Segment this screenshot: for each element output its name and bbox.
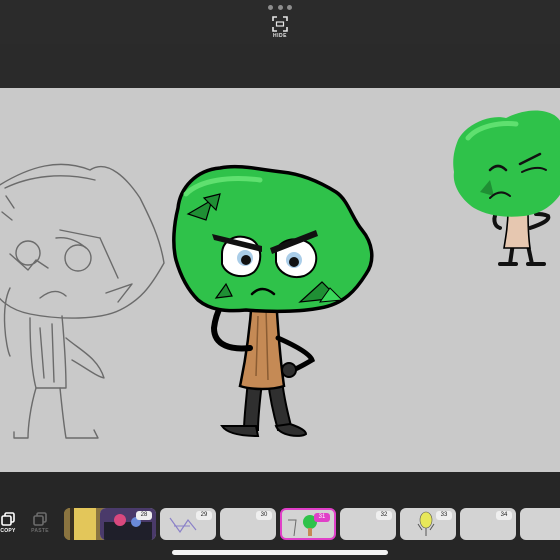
frame-number: 31: [314, 513, 330, 522]
reference-tree-character: [453, 110, 560, 266]
frame-number: 34: [496, 511, 512, 520]
onion-skin-sketch: [0, 163, 165, 439]
top-bar: HIDE: [0, 0, 560, 44]
frame-thumbnail[interactable]: 28: [100, 508, 156, 540]
drawing-canvas[interactable]: [0, 88, 560, 472]
frame-number: 32: [376, 511, 392, 520]
frame-thumbnail[interactable]: 32: [340, 508, 396, 540]
frame-thumbnail-partial[interactable]: [520, 508, 560, 540]
ellipsis-icon[interactable]: [268, 5, 292, 11]
hide-button[interactable]: HIDE: [266, 16, 294, 44]
copy-button[interactable]: COPY: [0, 512, 20, 540]
paste-icon: [33, 512, 47, 526]
frame-number: 28: [136, 511, 152, 520]
toolbar-spacer: [0, 44, 560, 88]
frame-number: 33: [436, 511, 452, 520]
frame-thumbnail[interactable]: 34: [460, 508, 516, 540]
frame-thumbnail-selected[interactable]: 31: [280, 508, 336, 540]
copy-icon: [1, 512, 15, 526]
hide-label: HIDE: [273, 33, 287, 39]
frame-thumbnail[interactable]: 33: [400, 508, 456, 540]
frame-thumbnail[interactable]: 29: [160, 508, 216, 540]
frame-thumbnail[interactable]: 30: [220, 508, 276, 540]
frame-corners-icon: [272, 16, 288, 32]
home-indicator[interactable]: [172, 550, 388, 555]
frame-number: 30: [256, 511, 272, 520]
paste-button[interactable]: PASTE: [28, 512, 52, 540]
copy-label: COPY: [0, 528, 16, 534]
paste-label: PASTE: [31, 528, 49, 534]
frame-number: 29: [196, 511, 212, 520]
tree-character: [172, 164, 374, 438]
